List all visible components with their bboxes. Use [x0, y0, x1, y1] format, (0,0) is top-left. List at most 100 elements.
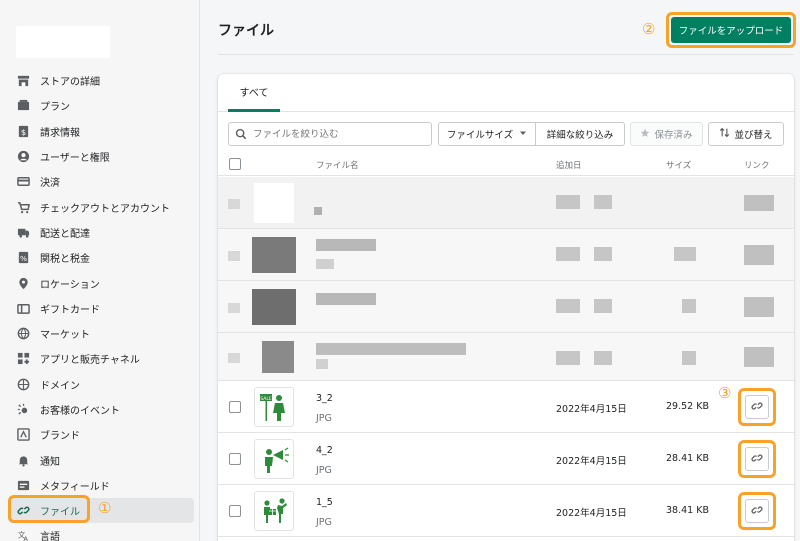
header-filename: ファイル名	[316, 161, 359, 171]
mosaic-block	[316, 239, 376, 251]
sidebar-item-domains[interactable]: ドメイン	[8, 372, 194, 397]
mosaic-block	[556, 351, 580, 365]
sidebar-item-locations[interactable]: ロケーション	[8, 270, 194, 295]
link-icon	[751, 504, 763, 519]
cart-icon	[16, 200, 30, 214]
file-thumbnail	[254, 439, 294, 479]
file-name[interactable]: 3_2	[316, 393, 333, 404]
location-icon	[16, 276, 30, 290]
metafield-icon	[16, 478, 30, 492]
file-type: JPG	[316, 517, 332, 528]
sidebar-item-brand[interactable]: ブランド	[8, 422, 194, 447]
file-size-filter-button[interactable]: ファイルサイズ	[438, 122, 536, 146]
mosaic-block	[316, 293, 376, 305]
tax-icon: %	[16, 251, 30, 265]
svg-text:$: $	[20, 127, 25, 137]
table-row[interactable]	[218, 537, 794, 541]
mosaic-block	[556, 247, 580, 261]
globe-icon	[16, 327, 30, 341]
mosaic-block	[744, 297, 774, 317]
row-checkbox[interactable]	[229, 453, 241, 465]
mosaic-thumbnail	[252, 289, 296, 325]
table-row-mosaic	[218, 281, 794, 333]
mosaic-thumbnail	[254, 183, 294, 223]
mosaic-thumbnail	[262, 341, 294, 373]
star-icon	[640, 128, 650, 141]
apps-icon	[16, 352, 30, 366]
svg-text:%: %	[19, 254, 26, 263]
mosaic-block	[744, 347, 774, 367]
search-icon	[235, 125, 247, 144]
sale-sign-person-icon: SALE	[260, 394, 285, 421]
sidebar-item-payments[interactable]: 決済	[8, 169, 194, 194]
payment-icon	[16, 175, 30, 189]
copy-link-button[interactable]	[745, 395, 769, 419]
save-filter-button[interactable]: 保存済み	[630, 122, 703, 146]
table-row-mosaic	[218, 177, 794, 229]
annotation-one: ①	[98, 499, 112, 517]
file-date: 2022年4月15日	[556, 508, 627, 519]
mosaic-block	[556, 299, 580, 313]
table-row[interactable]: 1_5 JPG 2022年4月15日 38.41 KB	[218, 485, 794, 537]
header-link: リンク	[744, 161, 770, 171]
gift-people-icon	[264, 498, 287, 523]
mosaic-block	[594, 247, 612, 261]
events-icon	[16, 403, 30, 417]
file-size: 29.52 KB	[666, 401, 709, 412]
link-icon	[751, 452, 763, 467]
sidebar-item-languages[interactable]: 文A 言語	[8, 523, 194, 541]
file-date: 2022年4月15日	[556, 456, 627, 467]
page-title: ファイル	[218, 23, 274, 39]
row-checkbox[interactable]	[229, 505, 241, 517]
sidebar-item-users[interactable]: ユーザーと権限	[8, 144, 194, 169]
sidebar-item-billing[interactable]: $ 請求情報	[8, 119, 194, 144]
table-row[interactable]: SALE 3_2 JPG 2022年4月15日 29.52 KB	[218, 381, 794, 433]
sidebar-item-taxes[interactable]: % 関税と税金	[8, 245, 194, 270]
sort-label: 並び替え	[734, 130, 773, 141]
mosaic-block	[594, 299, 612, 313]
mosaic-block	[682, 351, 696, 365]
save-label: 保存済み	[654, 130, 693, 141]
file-name[interactable]: 4_2	[316, 445, 333, 456]
sidebar-item-shipping[interactable]: 配送と配達	[8, 220, 194, 245]
search-input[interactable]	[253, 128, 423, 140]
sidebar-item-plan[interactable]: プラン	[8, 93, 194, 118]
row-checkbox[interactable]	[229, 401, 241, 413]
mosaic-block	[594, 195, 612, 209]
sidebar-item-markets[interactable]: マーケット	[8, 321, 194, 346]
bell-icon	[16, 453, 30, 467]
copy-link-button[interactable]	[745, 447, 769, 471]
file-size-label: ファイルサイズ	[446, 130, 514, 141]
user-icon	[16, 150, 30, 164]
sidebar-item-store-details[interactable]: ストアの詳細	[8, 68, 194, 93]
mosaic-block	[594, 351, 612, 365]
tab-all[interactable]: すべて	[228, 74, 280, 112]
mosaic-thumbnail	[252, 237, 296, 273]
gift-card-icon	[16, 301, 30, 315]
mosaic-block	[228, 199, 240, 209]
sidebar-item-gift-cards[interactable]: ギフトカード	[8, 296, 194, 321]
detail-filter-button[interactable]: 詳細な絞り込み	[536, 122, 625, 146]
sidebar-item-notifications[interactable]: 通知	[8, 447, 194, 472]
highlight-link	[738, 440, 776, 478]
sidebar-item-apps[interactable]: アプリと販売チャネル	[8, 346, 194, 371]
search-box[interactable]	[228, 122, 432, 146]
select-all-checkbox[interactable]	[229, 158, 241, 170]
file-thumbnail: SALE	[254, 387, 294, 427]
header-date: 追加日	[556, 161, 582, 171]
file-type: JPG	[316, 413, 332, 424]
upload-file-button[interactable]: ファイルをアップロード	[671, 17, 791, 43]
file-name[interactable]: 1_5	[316, 497, 333, 508]
sidebar: ストアの詳細 プラン $ 請求情報 ユーザーと権限 決済 チェックアウトとアカウ…	[0, 0, 200, 541]
sidebar-item-checkout[interactable]: チェックアウトとアカウント	[8, 194, 194, 219]
table-row[interactable]: 4_2 JPG 2022年4月15日 28.41 KB	[218, 433, 794, 485]
copy-link-button[interactable]	[745, 499, 769, 523]
megaphone-person-icon	[265, 447, 289, 473]
truck-icon	[16, 225, 30, 239]
file-size: 28.41 KB	[666, 453, 709, 464]
store-icon	[16, 74, 30, 88]
sort-button[interactable]: 並び替え	[708, 122, 784, 146]
sidebar-item-customer-events[interactable]: お客様のイベント	[8, 397, 194, 422]
language-icon: 文A	[16, 529, 30, 541]
store-logo	[16, 26, 110, 58]
